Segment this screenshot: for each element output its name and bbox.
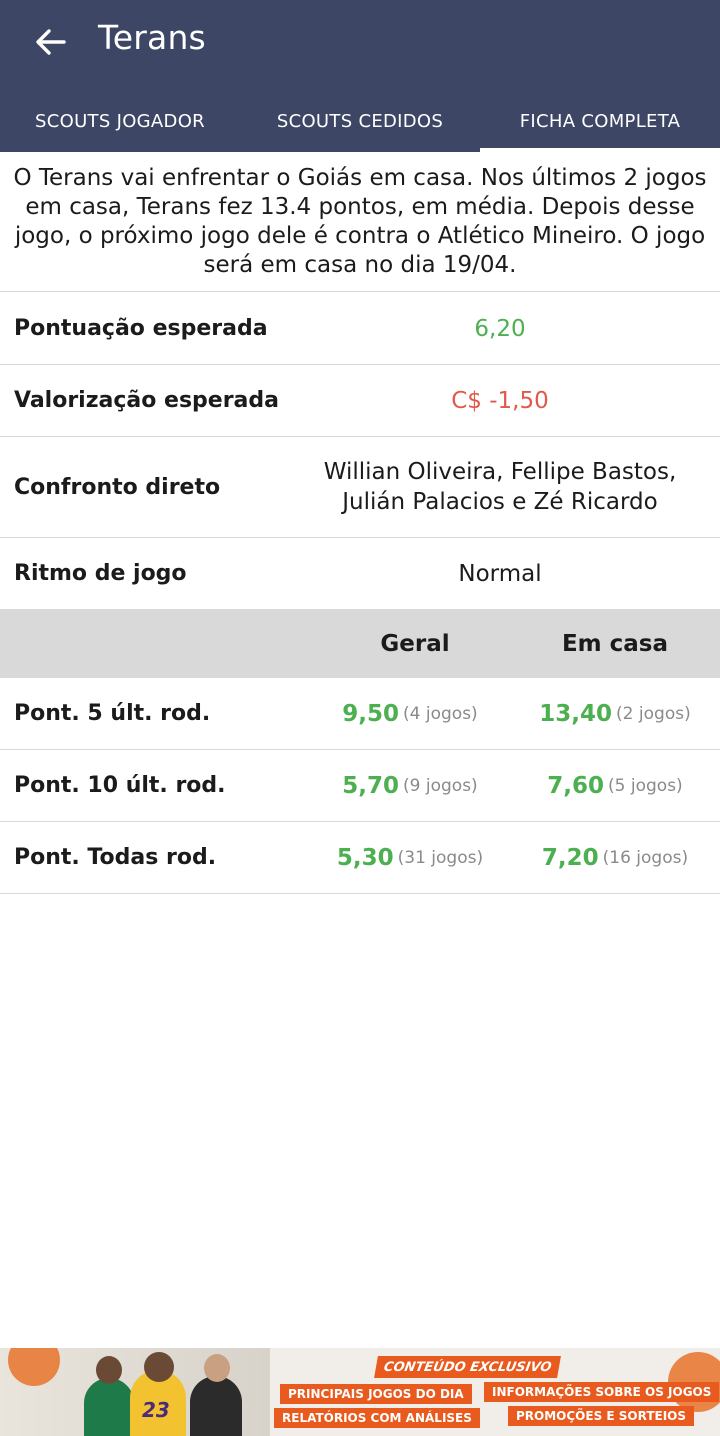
banner-item: PROMOÇÕES E SORTEIOS: [508, 1406, 695, 1426]
player-summary: O Terans vai enfrentar o Goiás em casa. …: [0, 152, 720, 292]
game-pace-row: Ritmo de jogo Normal: [0, 538, 720, 609]
stat-casa-games: (16 jogos): [602, 847, 689, 868]
game-pace-label: Ritmo de jogo: [14, 561, 187, 586]
app-bar: Terans SCOUTS JOGADOR SCOUTS CEDIDOS FIC…: [0, 0, 720, 152]
head-to-head-line-1: Willian Oliveira, Fellipe Bastos,: [323, 459, 677, 485]
stat-label: Pont. Todas rod.: [14, 845, 217, 870]
stats-table-header: Geral Em casa: [0, 609, 720, 678]
game-pace-value: Normal: [458, 560, 542, 587]
banner-item: RELATÓRIOS COM ANÁLISES: [274, 1408, 480, 1428]
expected-valuation-label: Valorização esperada: [14, 388, 279, 413]
stat-casa: 13,40 (2 jogos): [520, 678, 710, 749]
stat-geral-value: 9,50: [342, 700, 400, 727]
head-to-head-label: Confronto direto: [14, 474, 221, 500]
head-to-head-line-2: Julián Palacios e Zé Ricardo: [342, 489, 658, 515]
back-arrow-icon[interactable]: [30, 22, 70, 62]
stat-casa: 7,60 (5 jogos): [520, 750, 710, 821]
stat-geral-games: (9 jogos): [403, 775, 478, 796]
player-green-jersey: [84, 1378, 134, 1436]
stat-geral-value: 5,70: [342, 772, 400, 799]
player-head: [96, 1356, 122, 1384]
stat-casa-value: 13,40: [539, 700, 613, 727]
stat-geral-value: 5,30: [336, 844, 394, 871]
stat-casa: 7,20 (16 jogos): [520, 822, 710, 893]
expected-score-row: Pontuação esperada 6,20: [0, 293, 720, 365]
expected-valuation-row: Valorização esperada C$ -1,50: [0, 365, 720, 437]
stat-casa-value: 7,60: [547, 772, 605, 799]
expected-score-label: Pontuação esperada: [14, 316, 268, 341]
col-header-geral: Geral: [380, 630, 450, 657]
banner-item: INFORMAÇÕES SOBRE OS JOGOS: [484, 1382, 720, 1402]
tab-scouts-cedidos[interactable]: SCOUTS CEDIDOS: [240, 90, 480, 152]
banner-item: PRINCIPAIS JOGOS DO DIA: [280, 1384, 472, 1404]
exclusive-content-badge: CONTEÚDO EXCLUSIVO: [374, 1356, 562, 1378]
stat-geral: 5,30 (31 jogos): [320, 822, 500, 893]
stat-casa-value: 7,20: [541, 844, 599, 871]
page-title: Terans: [98, 18, 206, 57]
player-dark-jersey: [190, 1376, 242, 1436]
head-to-head-row: Confronto direto Willian Oliveira, Felli…: [0, 437, 720, 538]
stat-label: Pont. 10 últ. rod.: [14, 773, 226, 798]
jersey-number: 23: [142, 1398, 170, 1422]
col-header-em-casa: Em casa: [561, 630, 669, 657]
head-to-head-value: Willian Oliveira, Fellipe Bastos, Julián…: [290, 437, 710, 537]
table-row: Pont. 10 últ. rod. 5,70 (9 jogos) 7,60 (…: [0, 750, 720, 822]
tab-scouts-jogador[interactable]: SCOUTS JOGADOR: [0, 90, 240, 152]
stat-geral: 5,70 (9 jogos): [320, 750, 500, 821]
expected-score-value: 6,20: [474, 315, 526, 342]
table-row: Pont. Todas rod. 5,30 (31 jogos) 7,20 (1…: [0, 822, 720, 894]
table-row: Pont. 5 últ. rod. 9,50 (4 jogos) 13,40 (…: [0, 678, 720, 750]
ad-banner[interactable]: 23 CONTEÚDO EXCLUSIVO PRINCIPAIS JOGOS D…: [0, 1348, 720, 1436]
player-head: [144, 1352, 174, 1382]
stat-label: Pont. 5 últ. rod.: [14, 701, 211, 726]
stat-casa-games: (5 jogos): [608, 775, 683, 796]
tab-bar: SCOUTS JOGADOR SCOUTS CEDIDOS FICHA COMP…: [0, 90, 720, 152]
stat-casa-games: (2 jogos): [616, 703, 691, 724]
expected-valuation-value: C$ -1,50: [451, 387, 549, 414]
tab-ficha-completa[interactable]: FICHA COMPLETA: [480, 90, 720, 152]
stat-geral: 9,50 (4 jogos): [320, 678, 500, 749]
stat-geral-games: (4 jogos): [403, 703, 478, 724]
player-head: [204, 1354, 230, 1382]
stat-geral-games: (31 jogos): [397, 847, 484, 868]
